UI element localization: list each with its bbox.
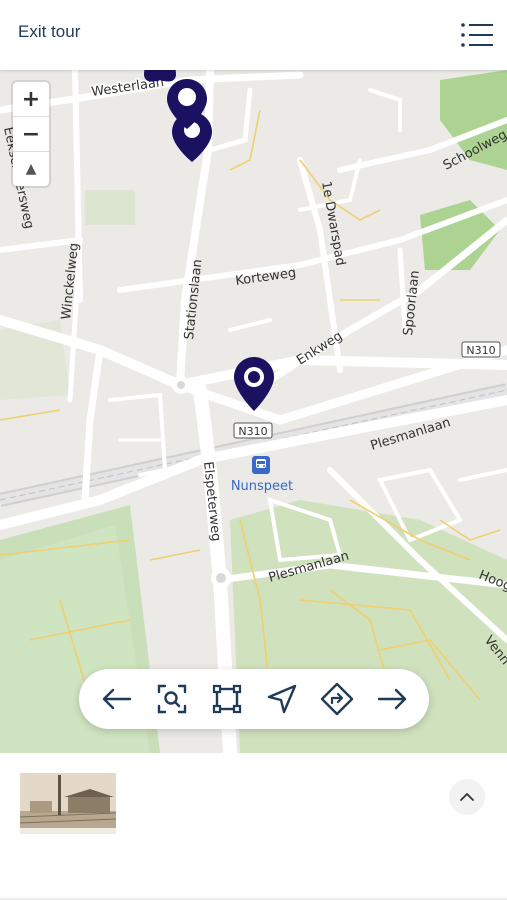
zoom-search-icon [157, 684, 186, 714]
navigate-icon [267, 684, 296, 714]
zoom-control: + − ▲ [13, 82, 49, 186]
zoom-in-button[interactable]: + [13, 82, 49, 117]
svg-text:N310: N310 [466, 344, 495, 357]
chevron-up-icon [460, 793, 474, 801]
directions-icon [320, 682, 353, 716]
exit-tour-button[interactable]: Exit tour [18, 22, 80, 42]
map-toolbar [79, 669, 429, 729]
next-stop-button[interactable] [371, 678, 413, 720]
stop-info-panel [0, 753, 507, 900]
collapse-panel-button[interactable] [449, 779, 485, 815]
header-bar: Exit tour [0, 0, 507, 70]
tour-stop-pin-top[interactable] [144, 70, 176, 82]
compass-reset-button[interactable]: ▲ [13, 152, 49, 186]
station-label: Nunspeet [231, 479, 293, 494]
station-photo-thumbnail[interactable] [20, 773, 116, 834]
map-view[interactable]: Westerlaan Westerlaan Eekschillersweg Wi… [0, 70, 507, 753]
arrow-right-icon [377, 688, 406, 710]
previous-stop-button[interactable] [96, 678, 138, 720]
zoom-out-button[interactable]: − [13, 117, 49, 152]
svg-text:N310: N310 [238, 425, 267, 438]
n310-shield-b: N310 [233, 422, 273, 439]
arrow-left-icon [102, 688, 131, 710]
train-station-icon[interactable] [252, 456, 270, 474]
n310-shield-a: N310 [461, 341, 501, 358]
fit-bounds-button[interactable] [206, 678, 248, 720]
fit-bounds-icon [212, 684, 241, 714]
zoom-to-stop-button[interactable] [151, 678, 193, 720]
compass-icon: ▲ [25, 161, 37, 177]
hamburger-menu-icon[interactable] [460, 20, 494, 50]
navigate-button[interactable] [261, 678, 303, 720]
directions-button[interactable] [316, 678, 358, 720]
